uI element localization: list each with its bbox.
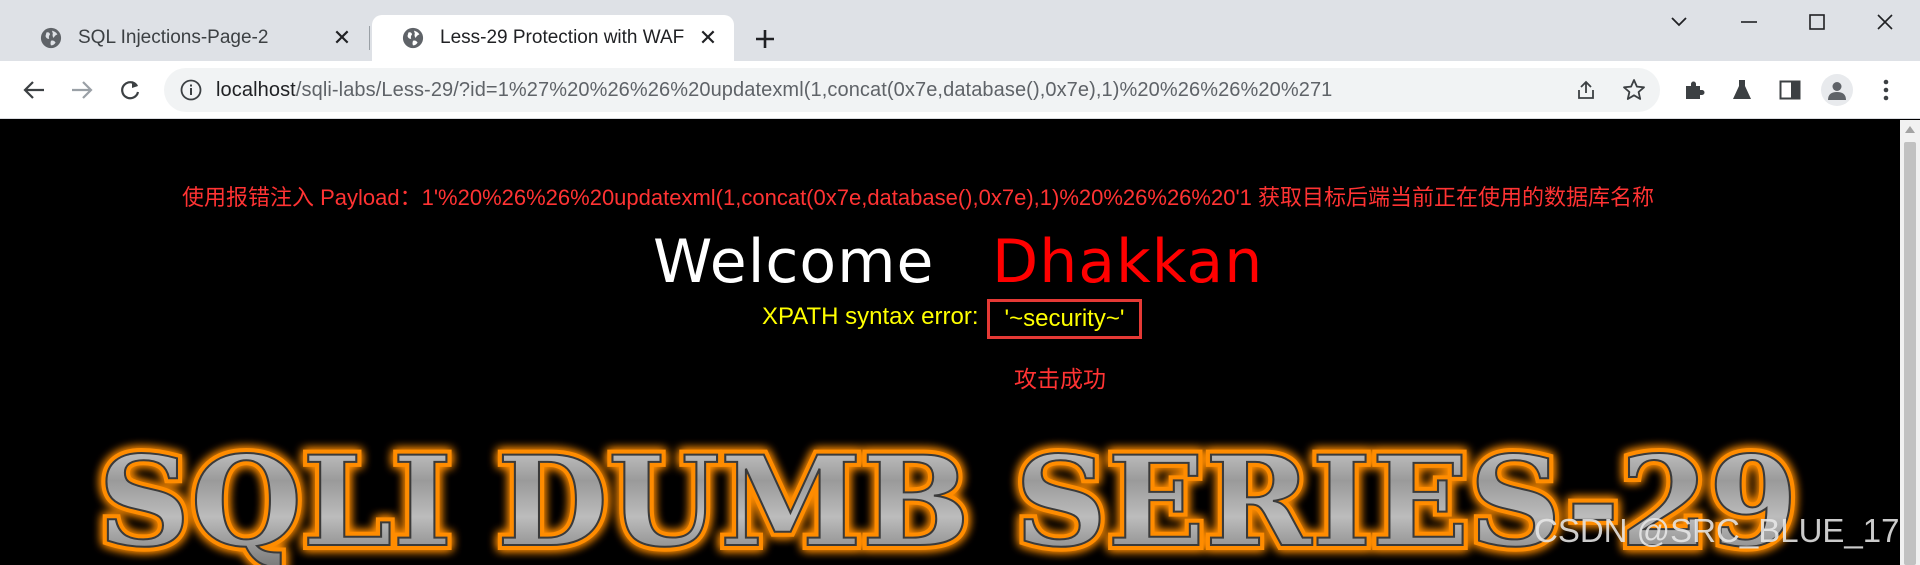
chevron-down-icon [1671, 17, 1687, 27]
success-note: 攻击成功 [1014, 366, 1106, 392]
arrow-right-icon [72, 81, 93, 99]
plus-icon [756, 30, 774, 48]
info-icon[interactable] [180, 79, 202, 101]
scrollbar-thumb[interactable] [1904, 142, 1916, 565]
close-icon[interactable]: ✕ [696, 25, 720, 50]
close-icon [1877, 14, 1893, 30]
share-icon [1578, 80, 1594, 99]
url-path: /sqli-labs/Less-29/?id=1%27%20%26%26%20u… [295, 78, 1333, 101]
labs-button[interactable] [1722, 70, 1762, 110]
new-tab-button[interactable] [748, 22, 782, 56]
minimize-icon [1741, 21, 1757, 23]
close-icon[interactable]: ✕ [330, 25, 354, 50]
browser-toolbar: localhost/sqli-labs/Less-29/?id=1%27%20%… [0, 61, 1920, 119]
minimize-button[interactable] [1714, 0, 1784, 44]
page-scrollbar[interactable] [1900, 120, 1920, 565]
address-bar[interactable]: localhost/sqli-labs/Less-29/?id=1%27%20%… [164, 68, 1660, 112]
maximize-button[interactable] [1782, 0, 1852, 44]
close-window-button[interactable] [1850, 0, 1920, 44]
side-panel-button[interactable] [1770, 70, 1810, 110]
globe-icon [402, 27, 424, 49]
tab-search-button[interactable] [1644, 0, 1714, 44]
maximize-icon [1809, 14, 1825, 30]
more-vertical-icon [1883, 79, 1889, 101]
dhakkan-name: Dhakkan [992, 227, 1264, 297]
extensions-button[interactable] [1674, 70, 1714, 110]
scroll-up-icon[interactable] [1905, 126, 1915, 133]
flask-icon [1733, 80, 1751, 99]
tab-sql-injections-page-2[interactable]: SQL Injections-Page-2 ✕ [10, 15, 368, 61]
bookmark-button[interactable] [1620, 76, 1648, 104]
arrow-left-icon [23, 81, 44, 99]
forward-button[interactable] [62, 70, 102, 110]
puzzle-icon [1686, 81, 1705, 99]
watermark: CSDN @SRC_BLUE_17 [1534, 512, 1900, 549]
xpath-error-label: XPATH syntax error: [762, 303, 979, 330]
url-host: localhost [216, 78, 296, 101]
page-content: 使用报错注入 Payload：1'%20%26%26%20updatexml(1… [0, 120, 1900, 565]
menu-button[interactable] [1866, 70, 1906, 110]
annotation-note: 使用报错注入 Payload：1'%20%26%26%20updatexml(1… [182, 185, 1654, 210]
globe-icon [40, 27, 62, 49]
star-icon [1623, 79, 1645, 100]
tab-title: SQL Injections-Page-2 [78, 27, 269, 48]
share-button[interactable] [1572, 76, 1600, 104]
profile-avatar[interactable] [1821, 74, 1853, 106]
reload-icon [121, 81, 140, 100]
tab-title: Less-29 Protection with WAF [440, 27, 685, 48]
tab-strip: SQL Injections-Page-2 ✕ Less-29 Protecti… [0, 0, 1920, 61]
url-text[interactable]: localhost/sqli-labs/Less-29/?id=1%27%20%… [216, 79, 1332, 102]
welcome-heading: Welcome [653, 227, 935, 297]
highlighted-error-value: '~security~' [987, 299, 1142, 339]
person-icon [1828, 82, 1846, 100]
tab-less-29[interactable]: Less-29 Protection with WAF ✕ [372, 15, 734, 61]
error-value: '~security~' [1004, 305, 1125, 332]
side-panel-icon [1779, 80, 1801, 100]
tab-separator [369, 26, 370, 50]
back-button[interactable] [14, 70, 54, 110]
reload-button[interactable] [110, 70, 150, 110]
